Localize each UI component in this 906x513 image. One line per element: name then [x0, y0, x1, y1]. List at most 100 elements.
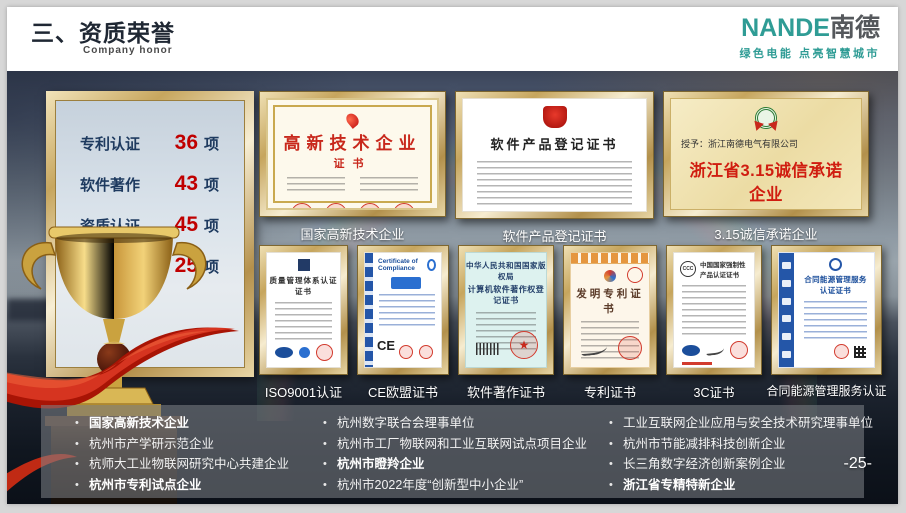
honor-item: •杭州市瞪羚企业 [323, 456, 609, 472]
honors-column-2: •杭州数字联合会理事单位 •杭州市工厂物联网和工业互联网试点项目企业 •杭州市瞪… [323, 415, 609, 498]
bullet-icon: • [323, 456, 337, 472]
bullet-icon: • [323, 477, 337, 493]
cert-text-lines-decor [360, 177, 418, 195]
cert-3c: CCC 中国国家强制性产品认证证书 3C证书 [666, 245, 762, 401]
bullet-icon: • [323, 415, 337, 431]
red-seal-icon [419, 345, 433, 359]
logo-tagline: 绿色电能 点亮智慧城市 [739, 45, 880, 61]
red-seal-icon: ★ [359, 203, 381, 210]
page-subtitle: Company honor [83, 45, 173, 56]
stat-unit: 项 [204, 174, 219, 195]
cert-title: 高新技术企业 [275, 129, 430, 154]
slide-header: 三、资质荣誉 Company honor NANDE南德 绿色电能 点亮智慧城市 [7, 7, 898, 71]
cert-ce-frame: Certificate of Compliance CE [357, 245, 449, 375]
honor-text: 工业互联网企业应用与安全技术研究理事单位 [623, 415, 873, 431]
stat-label: 专利认证 [80, 133, 158, 154]
honor-item: •长三角数字经济创新案例企业 [609, 456, 859, 472]
cert-promise-315-frame: 授予：浙江南德电气有限公司 浙江省3.15诚信承诺企业 二〇二一年度 [663, 91, 869, 217]
certifier-logo-icon [427, 259, 436, 271]
honor-item: •杭州市产学研示范企业 [75, 436, 323, 452]
ccc-logo-icon: CCC [680, 261, 696, 277]
honor-text: 杭州市瞪羚企业 [337, 456, 425, 472]
company-logo: NANDE南德 绿色电能 点亮智慧城市 [739, 15, 880, 61]
certifier-logo-icon [298, 259, 310, 271]
cert-caption: 合同能源管理服务认证 [767, 382, 887, 399]
flame-emblem-icon [344, 111, 361, 129]
honors-column-1: •国家高新技术企业 •杭州市产学研示范企业 •杭师大工业物联网研究中心共建企业 … [75, 415, 323, 498]
cert-caption: 国家高新技术企业 [300, 224, 404, 243]
cert-caption: 3.15诚信承诺企业 [714, 224, 817, 243]
cert-caption: CE欧盟证书 [368, 382, 438, 401]
cert-iso9001-paper: 质量管理体系认证证书 [266, 252, 341, 368]
cert-copyright: 中华人民共和国国家版权局 计算机软件著作权登记证书 ★ 软件著作证书 [458, 245, 554, 401]
page-number: -25- [844, 455, 872, 473]
signature-decor [706, 344, 725, 356]
honor-text: 浙江省专精特新企业 [623, 477, 736, 493]
cert-software-product-frame: 软件产品登记证书 [455, 91, 654, 219]
ce-mark: CE [377, 338, 395, 353]
cert-text-lines-decor [477, 161, 632, 207]
bullet-icon: • [75, 436, 89, 452]
logo-latin-text: NANDE [741, 14, 830, 42]
honor-text: 杭师大工业物联网研究中心共建企业 [89, 456, 289, 472]
cert-text-lines-decor [804, 301, 867, 343]
red-seal-icon [618, 336, 642, 360]
cert-energy-mgmt-paper: 合同能源管理服务认证证书 [778, 252, 875, 368]
cert-text-lines-decor [275, 302, 332, 342]
cqc-logo-icon [682, 345, 700, 356]
cert-patent-frame: 发明专利证书 [563, 245, 657, 375]
stat-row-software: 软件著作 43 项 [80, 172, 244, 196]
honor-item: •国家高新技术企业 [75, 415, 323, 431]
cert-caption: 软件著作证书 [467, 382, 545, 401]
cert-ce-paper: Certificate of Compliance CE [364, 252, 442, 368]
honor-text: 杭州市2022年度“创新型中小企业” [337, 477, 523, 493]
red-seal-icon [730, 341, 748, 359]
bullet-icon: • [609, 477, 623, 493]
honor-text: 杭州市专利试点企业 [89, 477, 202, 493]
cert-seals-decor: ★ ★ ★ ★ [275, 203, 430, 210]
honor-text: 国家高新技术企业 [89, 415, 189, 431]
cert-iso9001-frame: 质量管理体系认证证书 [259, 245, 348, 375]
cert-title: 发明专利证书 [571, 286, 649, 316]
honor-item: •杭州市节能减排科技创新企业 [609, 436, 859, 452]
cert-seals-decor [682, 341, 748, 359]
cert-software-product-paper: 软件产品登记证书 [462, 98, 647, 212]
honor-text: 杭州市节能减排科技创新企业 [623, 436, 786, 452]
cert-title: 质量管理体系认证证书 [267, 275, 340, 297]
cert-row-top: 高新技术企业 证书 ★ ★ ★ ★ [259, 91, 873, 245]
cert-header-decor: Certificate of Compliance [365, 253, 441, 272]
red-seal-icon: ★ [291, 203, 313, 210]
cert-title-line2: 计算机软件著作权登记证书 [466, 284, 546, 306]
stat-unit: 项 [204, 133, 219, 154]
stat-value: 36 [158, 131, 198, 155]
stat-row-patents: 专利认证 36 项 [80, 131, 244, 155]
cert-seals-decor [399, 345, 433, 359]
cert-title: 软件产品登记证书 [463, 134, 646, 153]
patent-emblem-icon [604, 270, 616, 282]
honor-text: 杭州市工厂物联网和工业互联网试点项目企业 [337, 436, 587, 452]
cert-promise-315-paper: 授予：浙江南德电气有限公司 浙江省3.15诚信承诺企业 二〇二一年度 [670, 98, 862, 210]
cert-energy-mgmt: 合同能源管理服务认证证书 合同能源管理服务认证 [771, 245, 882, 401]
honor-item: •浙江省专精特新企业 [609, 477, 859, 493]
cert-software-product: 软件产品登记证书 软件产品登记证书 [455, 91, 654, 245]
cert-promise-315: 授予：浙江南德电气有限公司 浙江省3.15诚信承诺企业 二〇二一年度 3.15诚… [663, 91, 869, 245]
cert-energy-mgmt-frame: 合同能源管理服务认证证书 [771, 245, 882, 375]
cert-copyright-frame: 中华人民共和国国家版权局 计算机软件著作权登记证书 ★ [458, 245, 554, 375]
cert-hitech: 高新技术企业 证书 ★ ★ ★ ★ [259, 91, 446, 245]
cert-caption: ISO9001认证 [265, 382, 342, 401]
cert-patent: 发明专利证书 专利证书 [563, 245, 657, 401]
cert-content-decor: 合同能源管理服务认证证书 [797, 253, 874, 343]
stat-value: 43 [158, 172, 198, 196]
slide: 三、资质荣誉 Company honor NANDE南德 绿色电能 点亮智慧城市… [7, 7, 898, 504]
red-seal-icon [834, 344, 849, 359]
cnas-logo-icon [299, 347, 310, 358]
honor-item: •杭州市专利试点企业 [75, 477, 323, 493]
cert-row-bottom: 质量管理体系认证证书 ISO9001认证 Certificate of Comp… [259, 245, 873, 401]
cert-3c-frame: CCC 中国国家强制性产品认证证书 [666, 245, 762, 375]
red-seal-icon [316, 344, 333, 361]
bullet-icon: • [323, 436, 337, 452]
bullet-icon: • [609, 456, 623, 472]
honor-text: 杭州数字联合会理事单位 [337, 415, 475, 431]
cert-text-lines-decor [682, 285, 746, 337]
stat-label: 软件著作 [80, 174, 158, 195]
